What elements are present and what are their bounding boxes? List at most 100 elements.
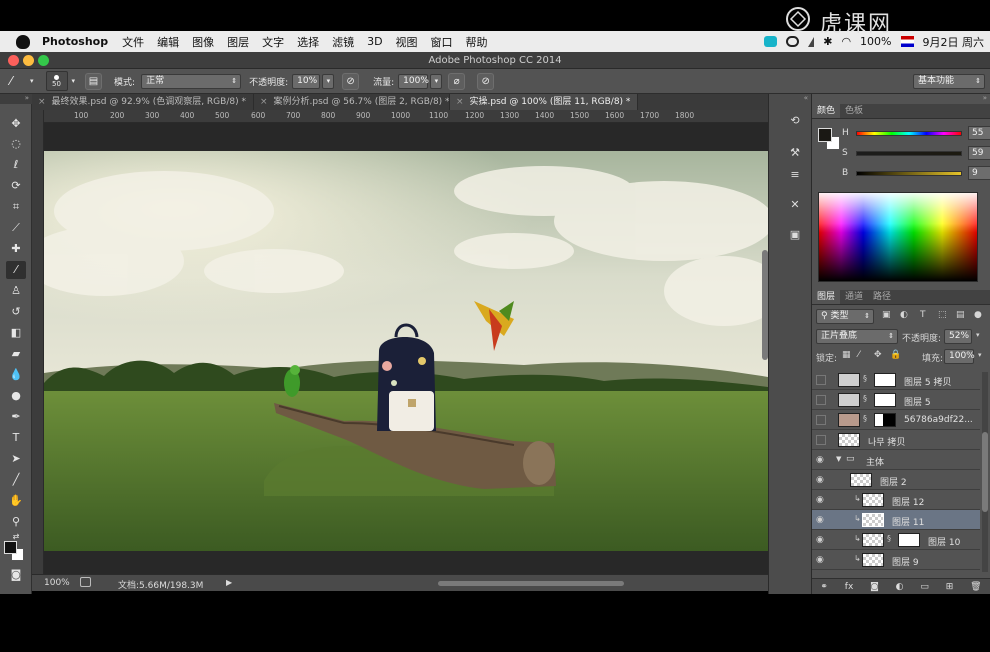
color-fg-swatch[interactable] (818, 128, 832, 142)
layer-blend-select[interactable]: 正片叠底 ⇕ (816, 329, 898, 344)
line-tool-icon[interactable]: ╱ (6, 471, 26, 489)
layer-row[interactable]: ◉ 图层 2 (812, 470, 980, 490)
gradient-tool-icon[interactable]: ▰ (6, 345, 26, 363)
zoom-window-button[interactable] (38, 55, 49, 66)
layer-mask-thumbnail[interactable] (874, 373, 896, 387)
menu-layer[interactable]: 图层 (227, 34, 249, 50)
add-mask-icon[interactable]: ◙ (870, 582, 879, 592)
brightness-slider[interactable] (856, 171, 962, 176)
quick-mask-icon[interactable]: ◙ (6, 566, 26, 584)
share-icon[interactable] (80, 577, 91, 587)
tab-swatches[interactable]: 色板 (840, 104, 868, 118)
clone-source-icon[interactable]: ▣ (787, 228, 803, 244)
hand-tool-icon[interactable]: ✋ (6, 492, 26, 510)
visibility-toggle[interactable] (816, 375, 826, 385)
menu-image[interactable]: 图像 (192, 34, 214, 50)
eye-icon[interactable]: ◉ (816, 455, 826, 465)
eraser-tool-icon[interactable]: ◧ (6, 324, 26, 342)
hue-slider[interactable] (856, 131, 962, 136)
close-tab-icon[interactable]: × (456, 97, 464, 107)
zoom-level[interactable]: 100% (44, 578, 70, 588)
tab-case-analysis[interactable]: × 案例分析.psd @ 56.7% (图层 2, RGB/8) * (254, 94, 450, 110)
layer-row[interactable]: 나무 拷贝 (812, 430, 980, 450)
pen-tool-icon[interactable]: ✒ (6, 408, 26, 426)
document-artwork[interactable] (44, 151, 768, 551)
filter-toggle-icon[interactable]: ● (974, 310, 982, 320)
filter-adjust-icon[interactable]: ◐ (900, 310, 908, 320)
eye-icon[interactable]: ◉ (816, 495, 826, 505)
eyedropper-tool-icon[interactable]: ⟋ (6, 219, 26, 237)
brush-panel-toggle-icon[interactable]: ▤ (85, 72, 103, 90)
blur-tool-icon[interactable]: 💧 (6, 366, 26, 384)
menu-select[interactable]: 选择 (297, 34, 319, 50)
layer-name[interactable]: 图层 2 (880, 475, 907, 488)
layer-row-selected[interactable]: ◉ ↳ 图层 11 (812, 510, 980, 530)
adjustments-panel-icon[interactable]: ≡ (787, 168, 803, 184)
layer-opacity-input[interactable]: 52% (944, 329, 972, 344)
layer-group-row[interactable]: ◉ ▼ ▭ 主体 (812, 450, 980, 470)
layer-row[interactable]: § 图层 5 拷贝 (812, 370, 980, 390)
lock-all-icon[interactable]: 🔒 (890, 350, 901, 360)
tools-preset-icon[interactable]: ✕ (787, 198, 803, 214)
layer-name[interactable]: 图层 5 拷贝 (904, 375, 951, 388)
layer-mask-thumbnail[interactable] (874, 393, 896, 407)
layers-scrollbar[interactable] (982, 372, 988, 572)
apple-icon[interactable] (16, 34, 30, 49)
pressure-size-icon[interactable]: ⊘ (477, 72, 495, 90)
clone-stamp-tool-icon[interactable]: ♙ (6, 282, 26, 300)
menu-view[interactable]: 视图 (396, 34, 418, 50)
signal-icon[interactable] (808, 36, 815, 47)
brush-tool-preset-icon[interactable]: ⁄ (10, 74, 30, 88)
saturation-input[interactable]: 59 (968, 146, 990, 160)
layer-style-icon[interactable]: fx (845, 582, 854, 592)
brightness-input[interactable]: 9 (968, 166, 990, 180)
strip-collapse[interactable]: « (804, 94, 808, 102)
saturation-slider[interactable] (856, 151, 962, 156)
brush-tool-icon[interactable]: ⁄ (6, 261, 26, 279)
layer-name[interactable]: 나무 拷贝 (868, 435, 905, 448)
workspace-select[interactable]: 基本功能 ⇕ (913, 74, 985, 89)
opacity-dropdown[interactable]: ▾ (322, 73, 335, 89)
menu-file[interactable]: 文件 (122, 34, 144, 50)
tab-final-effect[interactable]: × 最终效果.psd @ 92.9% (色调观察层, RGB/8) * (32, 94, 254, 110)
visibility-toggle[interactable] (816, 415, 826, 425)
close-tab-icon[interactable]: × (38, 97, 46, 107)
layer-mask-thumbnail[interactable] (874, 413, 896, 427)
layer-mask-thumbnail[interactable] (898, 533, 920, 547)
history-brush-tool-icon[interactable]: ↺ (6, 303, 26, 321)
healing-tool-icon[interactable]: ✚ (6, 240, 26, 258)
menu-app-name[interactable]: Photoshop (42, 35, 108, 48)
status-menu-arrow[interactable]: ▶ (226, 578, 232, 587)
path-select-tool-icon[interactable]: ➤ (6, 450, 26, 468)
type-tool-icon[interactable]: T (6, 429, 26, 447)
layer-opacity-arrow[interactable]: ▾ (976, 331, 980, 339)
preset-dropdown-arrow[interactable]: ▾ (30, 77, 34, 85)
canvas-horizontal-scrollbar[interactable] (438, 581, 624, 586)
link-layers-icon[interactable]: ⚭ (820, 582, 828, 592)
tab-channels[interactable]: 通道 (840, 290, 868, 304)
filter-shape-icon[interactable]: ⬚ (938, 310, 947, 320)
layer-name[interactable]: 图层 12 (892, 495, 924, 508)
layer-name[interactable]: 图层 10 (928, 535, 960, 548)
layer-name[interactable]: 图层 5 (904, 395, 931, 408)
visibility-toggle[interactable] (816, 395, 826, 405)
panels-collapse[interactable]: » (983, 94, 987, 102)
menu-edit[interactable]: 编辑 (157, 34, 179, 50)
brush-size-picker[interactable]: 50 (45, 71, 68, 91)
canvas-area[interactable] (44, 123, 768, 574)
layer-row[interactable]: § 56786a9df22... (812, 410, 980, 430)
eye-icon[interactable]: ◉ (816, 475, 826, 485)
menu-filter[interactable]: 滤镜 (332, 34, 354, 50)
move-tool-icon[interactable]: ✥ (6, 115, 26, 133)
brush-size-arrow[interactable]: ▾ (72, 77, 76, 85)
foreground-color-swatch[interactable] (4, 541, 17, 554)
dodge-tool-icon[interactable]: ● (6, 387, 26, 405)
creative-cloud-icon[interactable] (786, 36, 800, 47)
lock-position-icon[interactable]: ✥ (874, 350, 882, 360)
flow-dropdown[interactable]: ▾ (430, 73, 443, 89)
layer-name[interactable]: 主体 (866, 455, 884, 468)
clock-date[interactable]: 9月2日 周六 (923, 34, 985, 50)
toolbar-collapse[interactable]: » (0, 94, 32, 104)
layer-row[interactable]: ◉ ↳ § 图层 10 (812, 530, 980, 550)
menu-window[interactable]: 窗口 (431, 34, 453, 50)
